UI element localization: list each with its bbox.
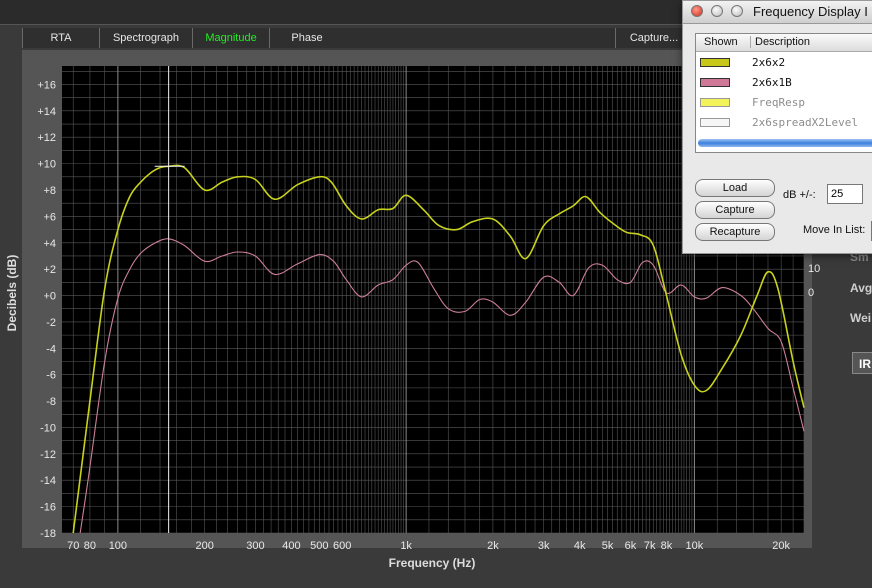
right-axis-tick: 0 [808, 287, 815, 299]
x-tick-label: 8k [661, 540, 673, 552]
x-tick-label: 200 [195, 540, 213, 552]
dialog-titlebar[interactable]: Frequency Display I [683, 1, 872, 24]
dialog-title: Frequency Display I [753, 4, 868, 19]
y-tick-label: -12 [40, 449, 56, 461]
y-tick-label: -14 [40, 475, 56, 487]
db-range-label: dB +/-: [783, 189, 816, 201]
move-in-list-label: Move In List: [803, 224, 866, 236]
weighting-label: Wei [850, 311, 872, 325]
x-axis-label: Frequency (Hz) [388, 556, 476, 570]
x-tick-label: 300 [246, 540, 264, 552]
y-tick-label: -10 [40, 422, 56, 434]
recapture-button[interactable]: Recapture [695, 223, 775, 241]
item-description: 2x6x2 [752, 56, 786, 69]
x-tick-label: 4k [574, 540, 586, 552]
y-tick-label: -18 [40, 528, 56, 540]
column-header-description[interactable]: Description [750, 36, 810, 48]
y-tick-label: -4 [46, 343, 56, 355]
x-tick-label: 3k [538, 540, 550, 552]
x-tick-label: 100 [109, 540, 127, 552]
y-tick-label: +14 [37, 106, 56, 118]
close-icon[interactable] [691, 5, 703, 17]
x-tick-label: 2k [487, 540, 499, 552]
item-description: 2x6x1B [752, 76, 792, 89]
color-swatch[interactable] [700, 118, 730, 127]
y-tick-label: -16 [40, 502, 56, 514]
list-item[interactable]: 2x6x1B [696, 72, 872, 92]
y-tick-label: -8 [46, 396, 56, 408]
db-range-input[interactable] [827, 184, 863, 204]
zoom-icon[interactable] [731, 5, 743, 17]
list-item[interactable]: FreqResp [696, 92, 872, 112]
capture-button[interactable]: Capture [695, 201, 775, 219]
list-header: Shown Description [696, 34, 872, 52]
y-tick-label: +0 [43, 291, 56, 303]
ir-button[interactable]: IR [852, 352, 872, 374]
x-tick-label: 400 [282, 540, 300, 552]
y-tick-label: +12 [37, 132, 56, 144]
x-tick-label: 70 [67, 540, 79, 552]
list-item[interactable]: 2x6x2 [696, 52, 872, 72]
y-tick-label: -2 [46, 317, 56, 329]
x-tick-label: 10k [686, 540, 704, 552]
load-button[interactable]: Load [695, 179, 775, 197]
y-tick-label: +6 [43, 211, 56, 223]
y-tick-label: +10 [37, 159, 56, 171]
x-tick-label: 7k [644, 540, 656, 552]
x-tick-label: 80 [84, 540, 96, 552]
item-description: 2x6spreadX2Level [752, 116, 858, 129]
x-tick-label: 5k [602, 540, 614, 552]
averaging-label: Avg [850, 281, 872, 295]
x-tick-label: 500 [310, 540, 328, 552]
list-item[interactable]: 2x6spreadX2Level [696, 112, 872, 132]
y-axis-label: Decibels (dB) [5, 254, 19, 332]
minimize-icon[interactable] [711, 5, 723, 17]
color-swatch[interactable] [700, 98, 730, 107]
item-description: FreqResp [752, 96, 805, 109]
y-tick-label: +4 [43, 238, 56, 250]
y-tick-label: +8 [43, 185, 56, 197]
y-tick-label: +16 [37, 79, 56, 91]
x-tick-label: 600 [333, 540, 351, 552]
frequency-display-dialog: Frequency Display I Shown Description 2x… [682, 0, 872, 254]
right-axis-tick: 10 [808, 263, 821, 275]
y-tick-label: -6 [46, 370, 56, 382]
color-swatch[interactable] [700, 58, 730, 67]
horizontal-scrollbar[interactable] [698, 139, 872, 147]
column-header-shown[interactable]: Shown [704, 36, 738, 48]
x-tick-label: 20k [772, 540, 790, 552]
x-tick-label: 1k [400, 540, 412, 552]
capture-list[interactable]: Shown Description 2x6x2 2x6x1B FreqResp 2x6… [695, 33, 872, 153]
x-tick-label: 6k [625, 540, 637, 552]
y-tick-label: +2 [43, 264, 56, 276]
color-swatch[interactable] [700, 78, 730, 87]
